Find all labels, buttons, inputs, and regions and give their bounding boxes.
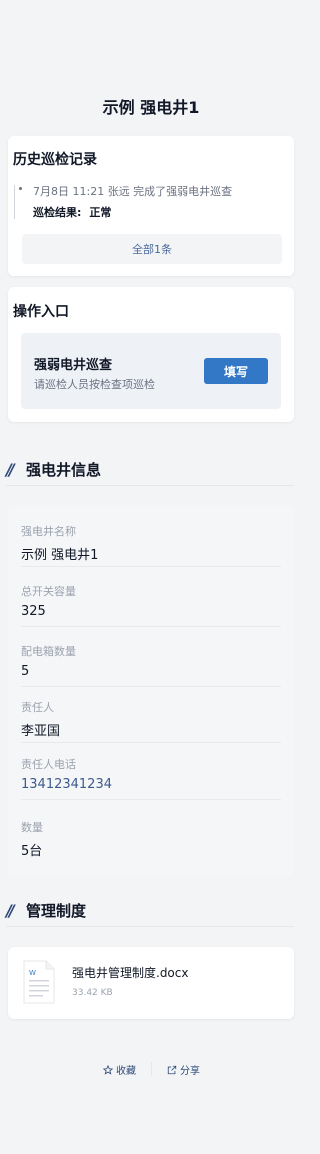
fill-button[interactable]: 填写 [204,358,268,384]
field-value: 李亚国 [21,724,61,739]
timeline-dot [19,187,22,190]
info-section-header: // 强电井信息 [6,456,294,486]
view-all-records-button[interactable]: 全部1条 [22,234,282,264]
footer-actions: 收藏 分享 [0,1062,302,1077]
star-icon [103,1064,113,1075]
result-label: 巡检结果: [33,206,82,219]
docs-section-title: 管理制度 [26,902,87,920]
info-row-quantity: 数量 5台 [21,805,281,863]
field-value: 325 [21,604,46,619]
timeline-line [14,185,16,219]
field-value: 5 [21,664,30,679]
info-row-name: 强电井名称 示例 强电井1 [21,509,281,567]
operation-name: 强弱电井巡查 [34,358,113,373]
field-value: 5台 [21,844,43,859]
favorite-button[interactable]: 收藏 [103,1062,136,1077]
doc-size: 33.42 KB [72,988,113,998]
section-slash-icon: // [6,901,15,920]
result-value: 正常 [89,206,112,219]
field-label: 责任人 [21,701,54,714]
field-label: 总开关容量 [21,585,76,598]
field-label: 数量 [21,821,43,834]
history-title: 历史巡检记录 [13,152,97,168]
page-title: 示例 强电井1 [102,98,200,117]
phone-link[interactable]: 13412341234 [21,777,112,792]
favorite-label: 收藏 [116,1066,136,1077]
field-label: 责任人电话 [21,758,76,771]
share-icon [167,1065,177,1074]
history-record-result: 巡检结果: 正常 [33,204,111,220]
info-row-owner: 责任人 李亚国 [21,685,281,743]
field-label: 配电箱数量 [21,645,76,658]
operations-title: 操作入口 [13,304,69,320]
doc-name[interactable]: 强电井管理制度.docx [72,964,188,981]
share-button[interactable]: 分享 [167,1062,200,1077]
field-value: 示例 强电井1 [21,548,99,563]
info-row-capacity: 总开关容量 325 [21,569,281,627]
operation-desc: 请巡检人员按检查项巡检 [34,378,155,391]
svg-text:W: W [29,969,36,977]
docs-section-header: // 管理制度 [6,897,294,927]
info-row-phone: 责任人电话 13412341234 [21,742,281,800]
footer-divider [151,1062,152,1076]
field-label: 强电井名称 [21,525,76,538]
info-section-title: 强电井信息 [26,461,102,479]
share-label: 分享 [180,1066,200,1077]
history-record-text: 7月8日 11:21 张远 完成了强弱电井巡查 [33,185,233,198]
info-card: 强电井名称 示例 强电井1 总开关容量 325 配电箱数量 5 责任人 李亚国 … [8,505,294,877]
section-slash-icon: // [6,460,15,479]
word-doc-icon: W [22,960,56,1004]
info-row-box-count: 配电箱数量 5 [21,629,281,687]
